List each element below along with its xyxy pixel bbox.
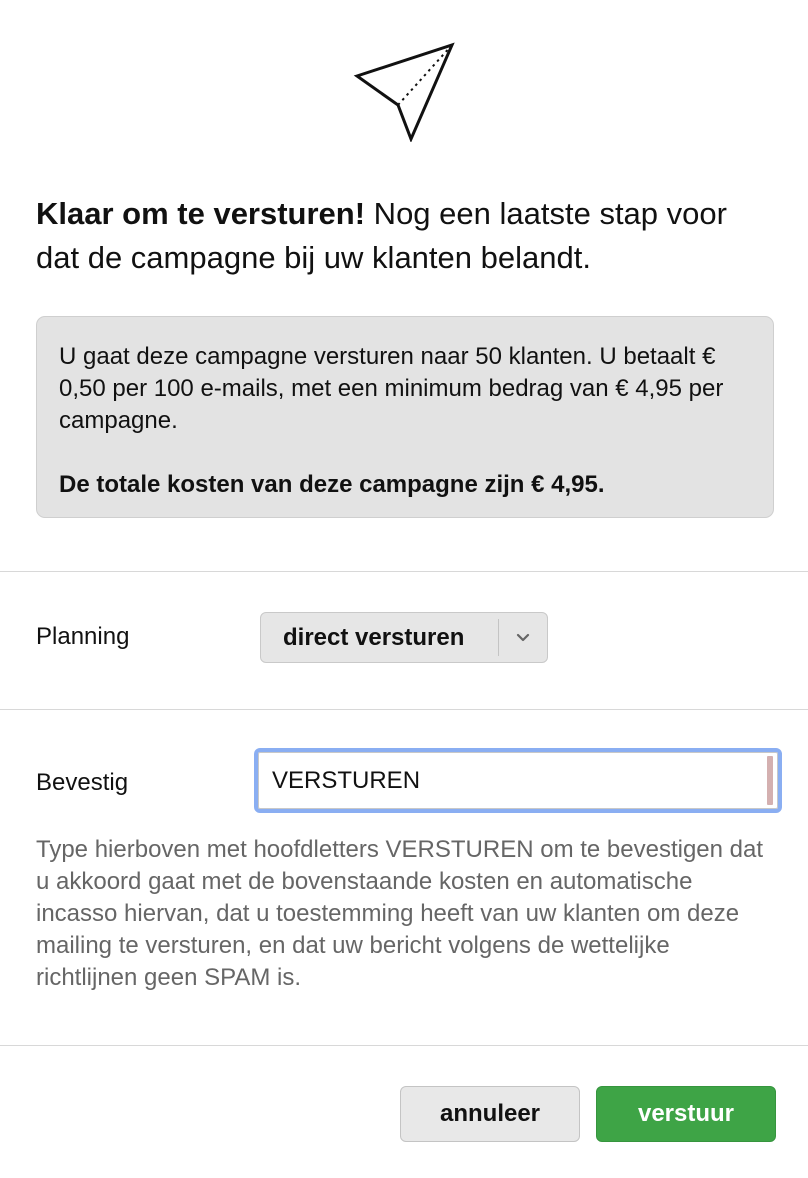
cost-total: De totale kosten van deze campagne zijn …	[59, 471, 605, 498]
planning-select[interactable]: direct versturen	[260, 612, 548, 663]
page-title: Klaar om te versturen! Nog een laatste s…	[36, 192, 776, 280]
section-divider	[0, 709, 808, 710]
confirm-input[interactable]	[254, 748, 782, 813]
cost-description: U gaat deze campagne versturen naar 50 k…	[59, 343, 724, 434]
input-edge	[767, 756, 773, 805]
section-divider	[0, 1045, 808, 1046]
planning-label: Planning	[36, 623, 130, 650]
paper-plane-icon	[353, 42, 455, 142]
planning-select-value: direct versturen	[283, 623, 465, 651]
cancel-button[interactable]: annuleer	[400, 1086, 580, 1142]
send-button[interactable]: verstuur	[596, 1086, 776, 1142]
cost-summary-box: U gaat deze campagne versturen naar 50 k…	[36, 316, 774, 518]
confirm-help-text: Type hierboven met hoofdletters VERSTURE…	[36, 836, 764, 991]
confirm-label: Bevestig	[36, 769, 129, 796]
chevron-down-icon[interactable]	[499, 613, 547, 662]
page-title-strong: Klaar om te versturen!	[36, 196, 366, 231]
section-divider	[0, 571, 808, 572]
